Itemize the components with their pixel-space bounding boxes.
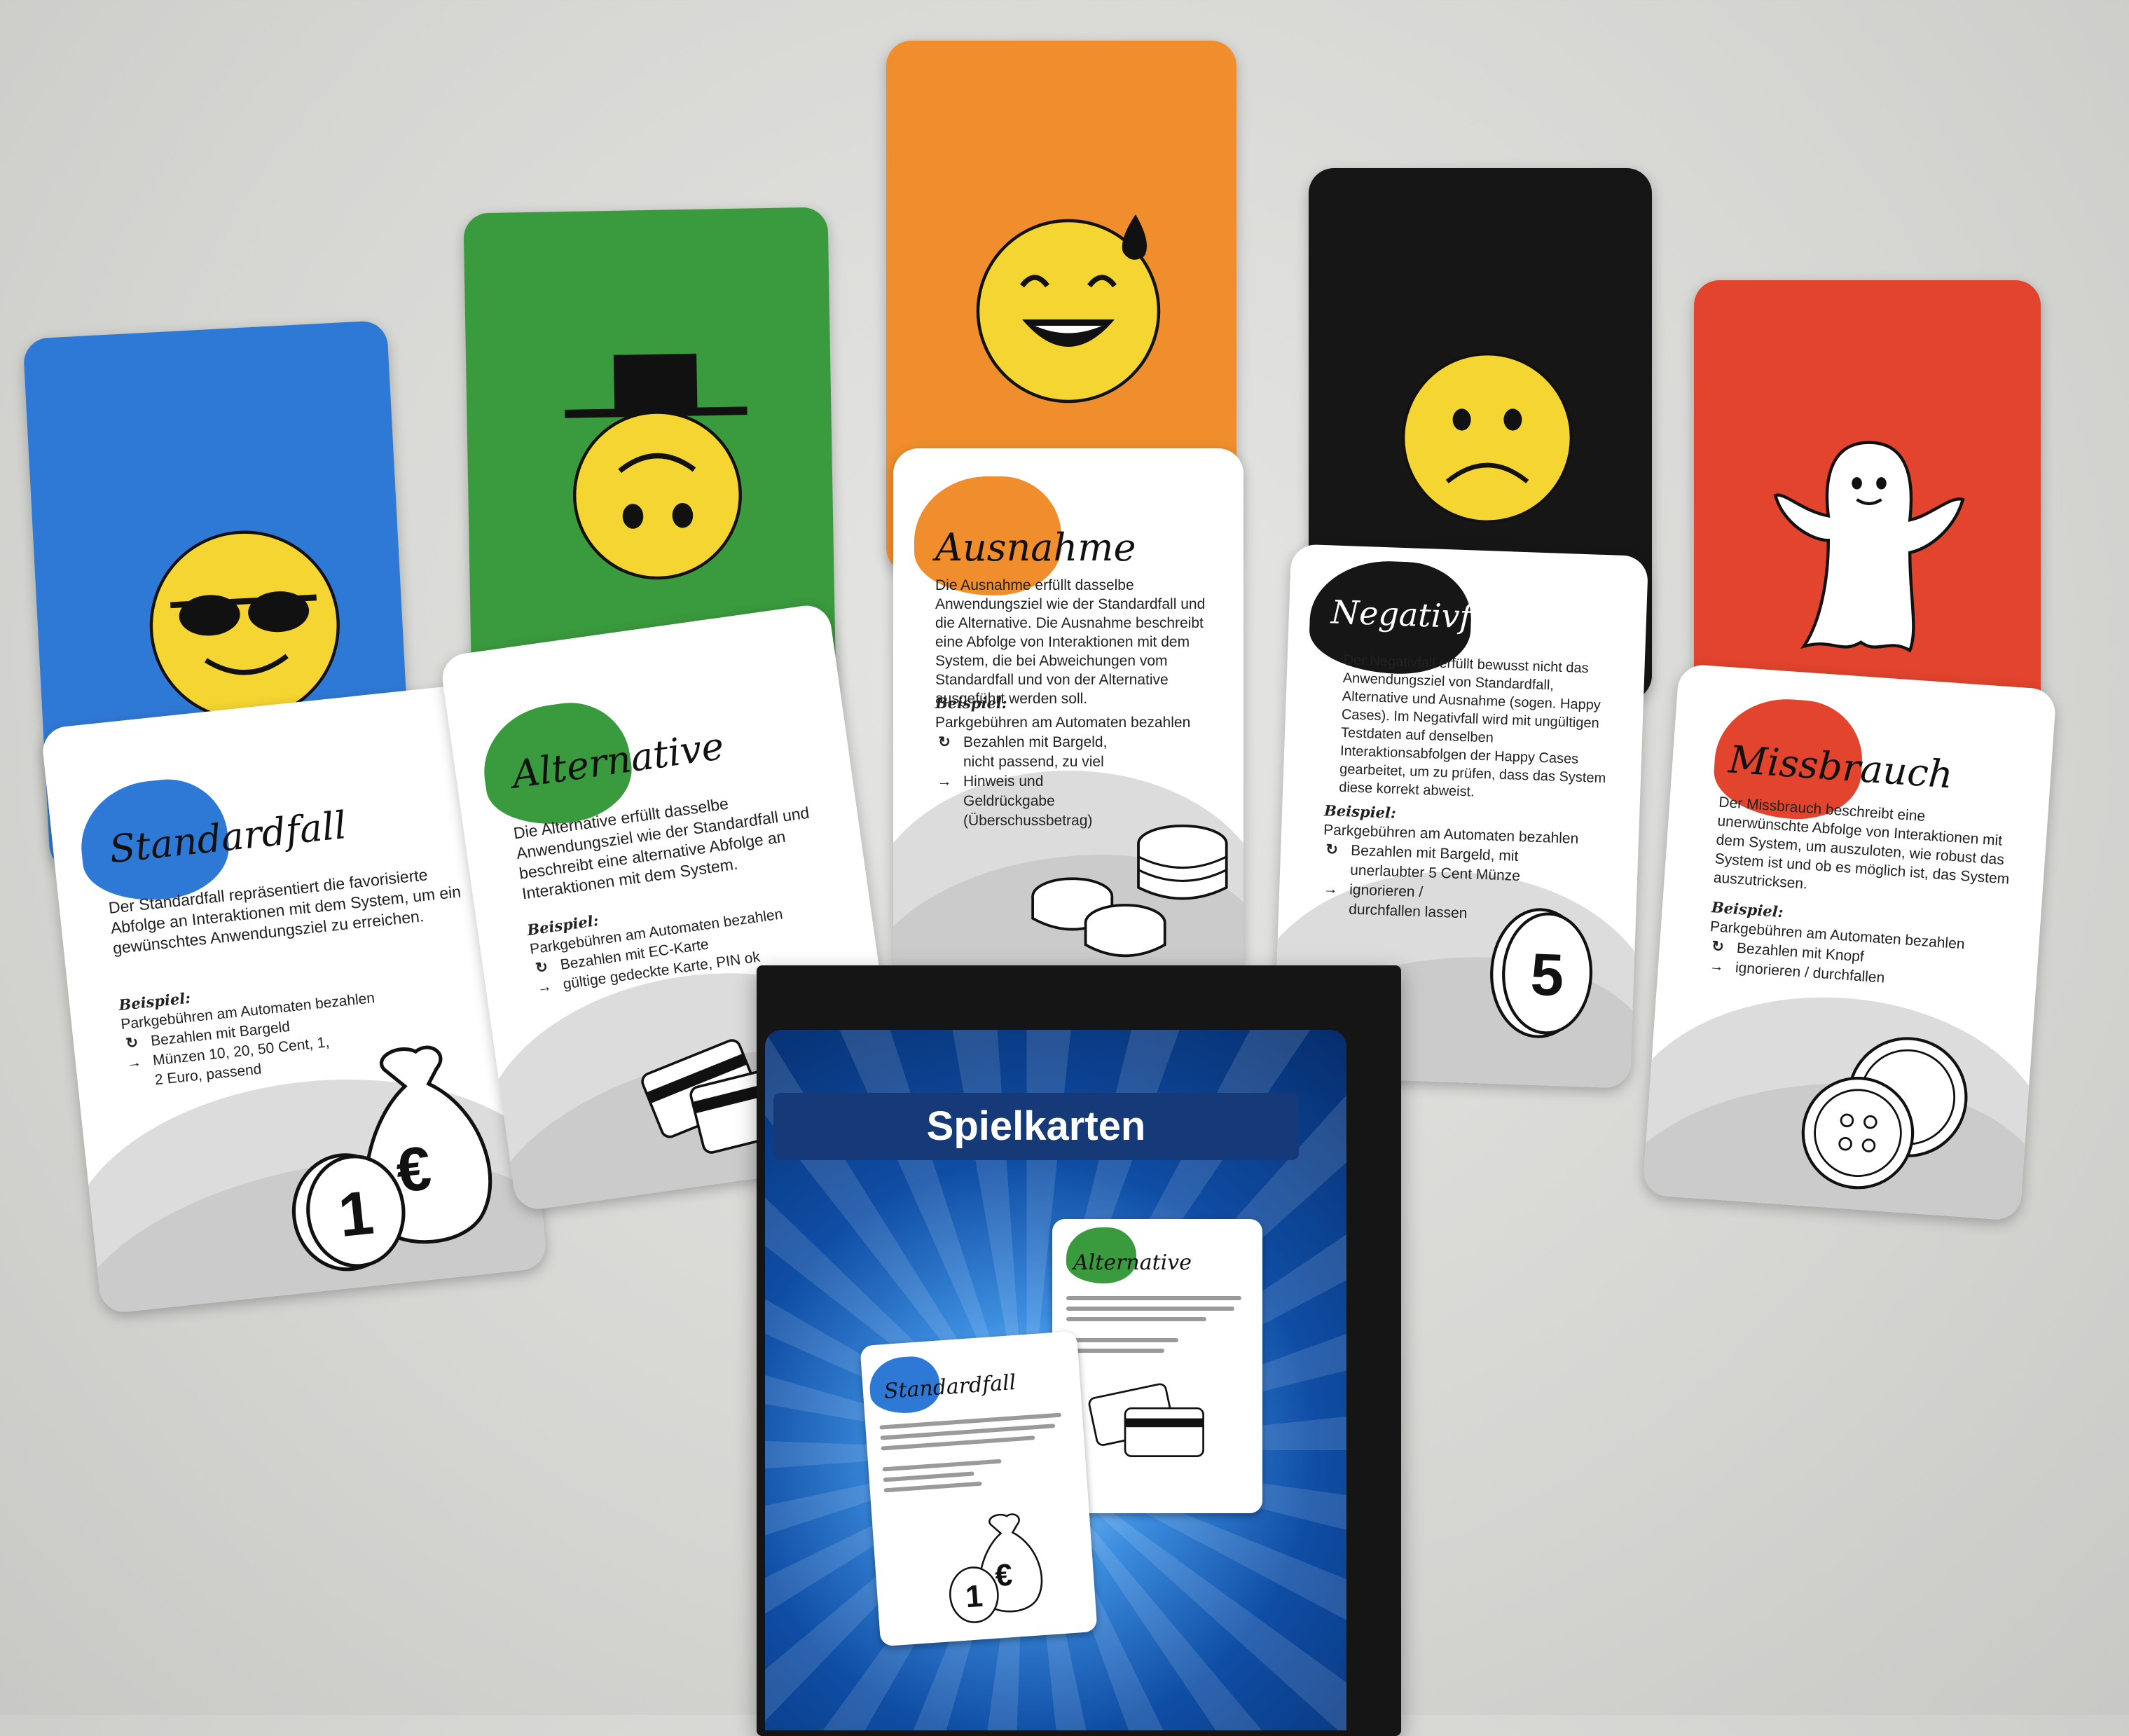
mini-coin-one: 1	[965, 1579, 984, 1615]
mini-money-bag-illustration: € 1	[949, 1513, 1043, 1623]
mini-card-title: Alternative	[1073, 1251, 1192, 1275]
ghost-icon	[1773, 441, 1965, 653]
box-title: Spielkarten	[773, 1093, 1299, 1160]
sad-smiley-icon	[1402, 352, 1573, 523]
input-swirl-icon: ↻	[1711, 938, 1725, 956]
input-swirl-icon: ↻	[125, 1034, 139, 1052]
mini-bank-cards-illustration	[1088, 1383, 1204, 1457]
coin-stacks-illustration	[1031, 824, 1228, 958]
mini-text-line	[883, 1481, 982, 1493]
card-description: Der Missbrauch beschreibt eine unerwünsc…	[1713, 794, 2010, 893]
card-front-missbrauch: Missbrauch Der Missbrauch beschreibt ein…	[1642, 663, 2057, 1221]
card-example: Beispiel: Parkgebühren am Automaten beza…	[935, 694, 1215, 831]
output-arrow-icon: →	[1708, 958, 1725, 975]
card-box: Spielkarten Alternative Standardfall € 1	[757, 965, 1401, 1736]
box-mini-card-standardfall: Standardfall € 1	[860, 1330, 1098, 1647]
example-goal: Parkgebühren am Automaten bezahlen	[935, 715, 1191, 731]
card-description: Die Ausnahme erfüllt dasselbe Anwendungs…	[935, 577, 1206, 707]
example-output: ignorieren / durchfallen lassen	[1348, 881, 1468, 922]
example-label: Beispiel:	[935, 694, 1007, 712]
output-arrow-icon: →	[536, 978, 553, 996]
mini-text-line	[1066, 1317, 1206, 1321]
card-front-ausnahme: Ausnahme Die Ausnahme erfüllt dasselbe A…	[893, 448, 1243, 981]
input-swirl-icon: ↻	[534, 958, 549, 977]
five-cent-coin-illustration: 5	[1490, 908, 1593, 1038]
buttons-illustration	[1801, 1037, 1968, 1190]
mini-text-line	[1066, 1307, 1234, 1311]
card-description: Der Negativfall erfüllt bewusst nicht da…	[1338, 652, 1606, 800]
card-title: Negativfall	[1330, 593, 1513, 638]
card-example: Beispiel: Parkgebühren am Automaten beza…	[1707, 897, 2013, 997]
card-title: Ausnahme	[935, 525, 1136, 570]
output-arrow-icon: →	[937, 773, 952, 790]
mini-text-line	[1066, 1296, 1241, 1300]
box-front-face: Spielkarten Alternative Standardfall € 1	[765, 1030, 1346, 1730]
mini-text-line	[1066, 1349, 1164, 1353]
sweat-smile-smiley-icon	[976, 214, 1161, 404]
mini-text-line	[883, 1471, 974, 1482]
input-swirl-icon: ↻	[938, 734, 951, 750]
mini-text-line	[882, 1459, 1002, 1472]
output-arrow-icon: →	[1323, 881, 1339, 897]
coin-one: 1	[336, 1178, 377, 1251]
coin-five: 5	[1529, 942, 1565, 1010]
example-input: Bezahlen mit Bargeld, nicht passend, zu …	[963, 734, 1108, 770]
input-swirl-icon: ↻	[1325, 841, 1339, 858]
output-arrow-icon: →	[125, 1054, 142, 1072]
top-hat-upside-down-smiley-icon	[565, 353, 747, 580]
mini-text-line	[1066, 1338, 1178, 1342]
money-bag-and-coin-illustration: € 1	[291, 1045, 492, 1272]
